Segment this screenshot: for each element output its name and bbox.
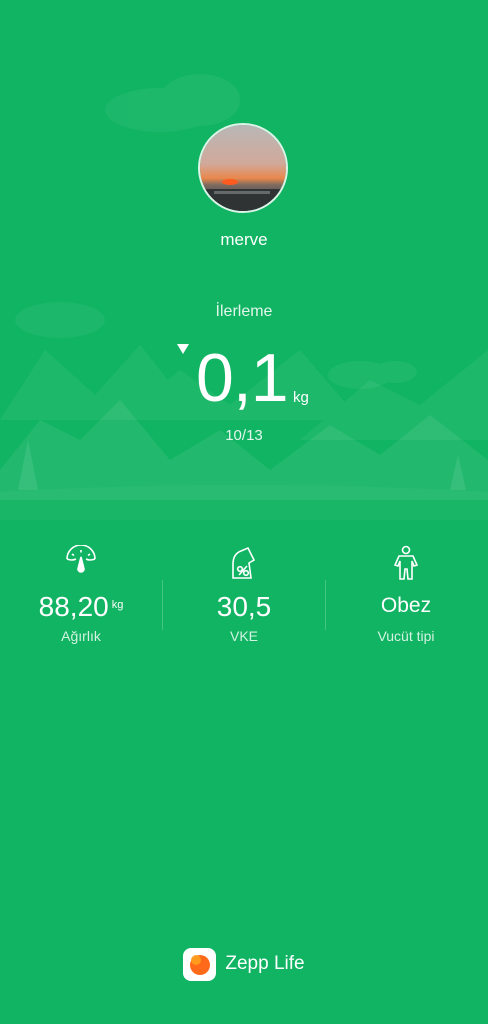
avatar[interactable] (198, 123, 288, 213)
weight-unit: kg (111, 599, 124, 611)
progress-date: 10/13 (225, 427, 263, 444)
progress-unit: kg (293, 389, 309, 406)
zepp-life-logo-icon (183, 947, 217, 981)
progress-value: 0,1 (196, 340, 289, 416)
triangle-down-icon (177, 344, 189, 354)
progress-label: İlerleme (215, 303, 273, 320)
body-type-label: Vucüt tipi (377, 628, 435, 644)
stats-divider (162, 580, 163, 630)
bmi-label: VKE (229, 628, 258, 644)
app-brand-footer: Zepp Life (0, 946, 488, 982)
username: merve (220, 230, 268, 249)
weight-value: 88,20 (38, 591, 109, 622)
stats-divider (325, 580, 326, 630)
scale-icon (66, 545, 96, 573)
stats-row: 88,20 kg Ağırlık 30,5 VKE Obez Vucüt tip… (0, 545, 488, 665)
stat-weight[interactable]: 88,20 kg Ağırlık (0, 545, 162, 644)
app-name: Zepp Life (225, 953, 305, 974)
stat-body-type[interactable]: Obez Vucüt tipi (325, 545, 487, 644)
bmi-icon (232, 546, 256, 579)
body-icon (393, 545, 419, 580)
avatar-photo (200, 125, 286, 211)
body-type-value: Obez (380, 594, 432, 617)
stat-bmi[interactable]: 30,5 VKE (163, 545, 325, 644)
bmi-value: 30,5 (216, 591, 272, 622)
weight-label: Ağırlık (61, 628, 101, 644)
